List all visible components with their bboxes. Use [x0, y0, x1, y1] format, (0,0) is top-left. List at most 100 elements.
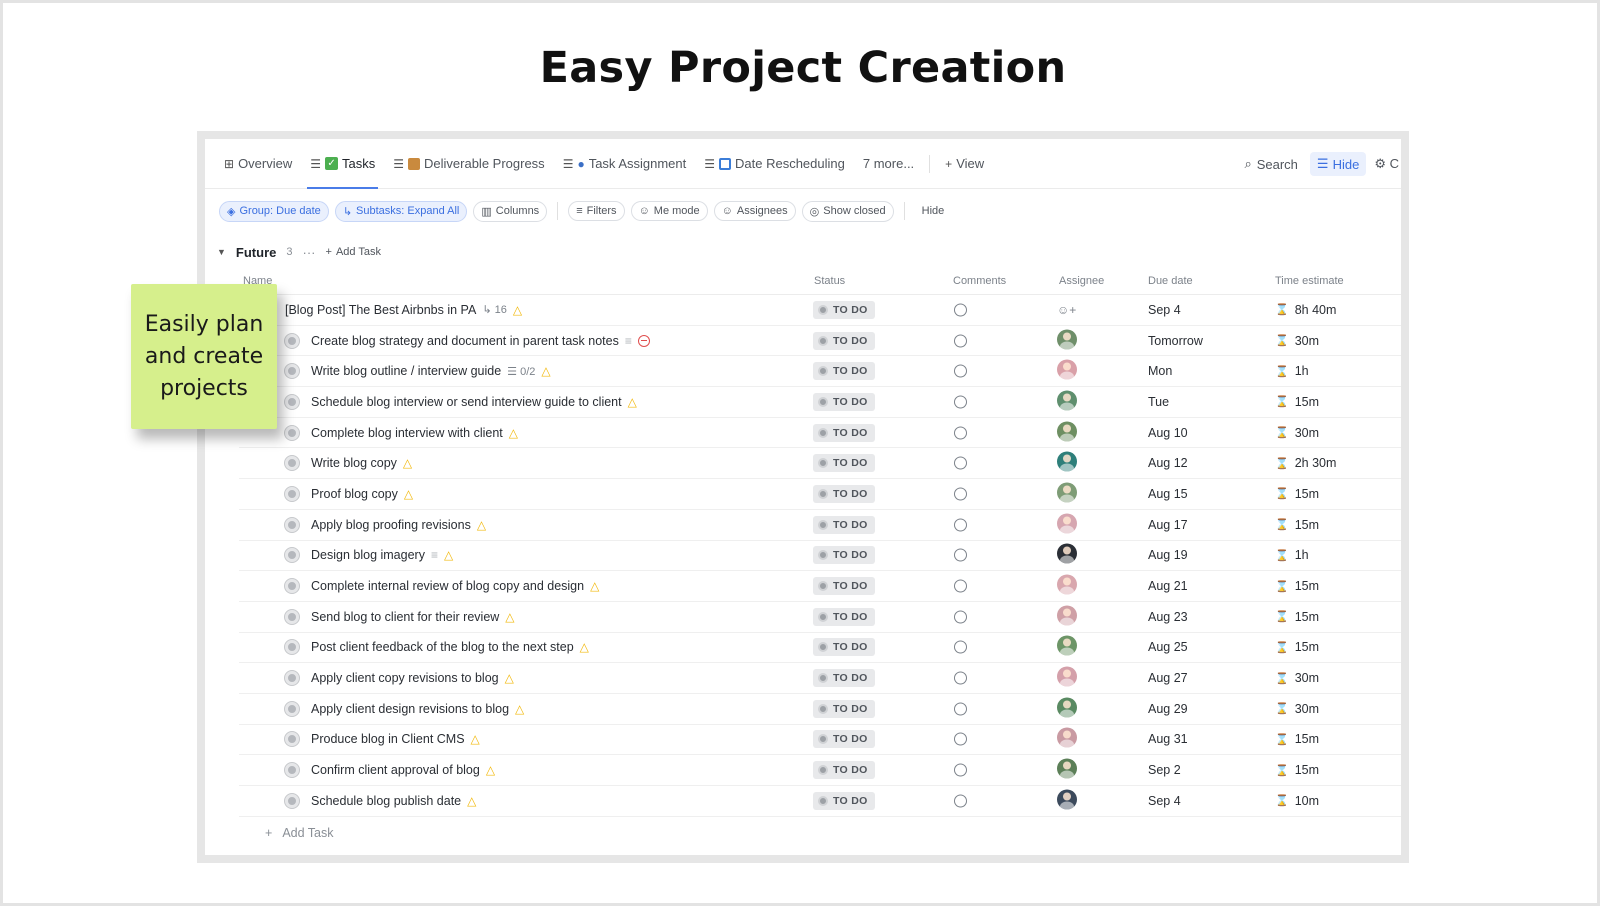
due-date[interactable]: Tue — [1148, 395, 1169, 409]
status-badge[interactable]: TO DO — [813, 761, 875, 780]
avatar[interactable] — [1057, 513, 1077, 534]
comment-icon[interactable] — [954, 794, 967, 808]
avatar[interactable] — [1057, 543, 1077, 564]
time-estimate-cell[interactable]: ⌛ 2h 30m — [1275, 456, 1336, 470]
status-badge[interactable]: TO DO — [813, 362, 875, 381]
task-name-cell[interactable]: Complete internal review of blog copy an… — [285, 579, 599, 594]
task-name-cell[interactable]: [Blog Post] The Best Airbnbs in PA ↳ 16 △ — [261, 302, 522, 317]
tab-overview[interactable]: ⊞ Overview — [215, 139, 301, 189]
filters-chip[interactable]: ≡ Filters — [568, 201, 625, 221]
time-estimate-cell[interactable]: ⌛ 30m — [1275, 671, 1319, 685]
task-name-cell[interactable]: Schedule blog interview or send intervie… — [285, 394, 637, 409]
tab-more-views[interactable]: 7 more... — [854, 139, 923, 189]
avatar[interactable] — [1057, 758, 1077, 779]
avatar[interactable] — [1057, 697, 1077, 718]
settings-button[interactable]: ⚙ C — [1374, 156, 1401, 172]
subtasks-chip[interactable]: ↳ Subtasks: Expand All — [334, 200, 468, 222]
comment-icon[interactable] — [954, 548, 967, 562]
task-name-cell[interactable]: Design blog imagery ≡ △ — [285, 548, 453, 563]
task-name[interactable]: Write blog outline / interview guide — [311, 364, 501, 378]
comment-icon[interactable] — [954, 395, 967, 409]
task-name[interactable]: Apply client copy revisions to blog — [311, 671, 499, 685]
status-badge[interactable]: TO DO — [813, 638, 875, 657]
group-add-task-button[interactable]: + Add Task — [326, 246, 382, 258]
subtask-row[interactable]: Produce blog in Client CMS △ TO DO Aug 31 ⌛ 1… — [239, 725, 1401, 756]
task-name[interactable]: Schedule blog publish date — [311, 794, 461, 808]
task-name[interactable]: Schedule blog interview or send intervie… — [311, 395, 622, 409]
comment-icon[interactable] — [954, 518, 967, 532]
avatar[interactable] — [1057, 789, 1077, 810]
status-badge[interactable]: TO DO — [813, 669, 875, 688]
column-header-time-estimate[interactable]: Time estimate — [1275, 275, 1344, 287]
time-estimate-cell[interactable]: ⌛ 15m — [1275, 732, 1319, 746]
assignee-cell[interactable] — [1057, 727, 1077, 751]
task-name-cell[interactable]: Apply client copy revisions to blog △ — [285, 671, 514, 686]
status-circle-icon[interactable] — [285, 579, 299, 594]
hide-chip[interactable]: Hide — [915, 202, 952, 220]
subtask-row[interactable]: Write blog outline / interview guide ☰ 0/… — [239, 356, 1401, 388]
task-name-cell[interactable]: Schedule blog publish date △ — [285, 793, 476, 808]
task-name-cell[interactable]: Write blog copy △ — [285, 456, 412, 471]
subtask-row[interactable]: Complete blog interview with client △ TO D… — [239, 418, 1401, 449]
due-date[interactable]: Aug 25 — [1148, 640, 1188, 654]
task-name-cell[interactable]: Write blog outline / interview guide ☰ 0/… — [285, 364, 551, 379]
due-date[interactable]: Aug 31 — [1148, 732, 1188, 746]
status-badge[interactable]: TO DO — [813, 423, 875, 442]
time-estimate-cell[interactable]: ⌛ 15m — [1275, 487, 1319, 501]
due-date[interactable]: Sep 4 — [1148, 794, 1181, 808]
status-badge[interactable]: TO DO — [813, 392, 875, 411]
status-badge[interactable]: TO DO — [813, 546, 875, 565]
assignees-chip[interactable]: ☺ Assignees — [713, 201, 796, 221]
due-date[interactable]: Aug 21 — [1148, 579, 1188, 593]
time-estimate-cell[interactable]: ⌛ 15m — [1275, 763, 1319, 777]
due-date[interactable]: Sep 4 — [1148, 303, 1181, 317]
add-view-button[interactable]: + View — [936, 139, 993, 189]
comment-icon[interactable] — [954, 334, 967, 348]
time-estimate-cell[interactable]: ⌛ 30m — [1275, 334, 1319, 348]
time-estimate-cell[interactable]: ⌛ 1h — [1275, 548, 1309, 562]
subtask-row[interactable]: Schedule blog publish date △ TO DO Sep 4 ⌛ 10… — [239, 786, 1401, 817]
subtask-row[interactable]: Apply client copy revisions to blog △ TO D… — [239, 663, 1401, 694]
task-name[interactable]: Apply blog proofing revisions — [311, 518, 471, 532]
task-name-cell[interactable]: Send blog to client for their review △ — [285, 609, 515, 624]
column-header-comments[interactable]: Comments — [953, 275, 1006, 287]
status-circle-icon[interactable] — [285, 517, 299, 532]
avatar[interactable] — [1057, 574, 1077, 595]
subtask-row[interactable]: Send blog to client for their review △ TO … — [239, 602, 1401, 633]
due-date[interactable]: Mon — [1148, 364, 1172, 378]
subtask-row[interactable]: Confirm client approval of blog △ TO DO Sep… — [239, 755, 1401, 786]
status-circle-icon[interactable] — [285, 364, 299, 379]
subtask-row[interactable]: Schedule blog interview or send intervie… — [239, 387, 1401, 418]
column-header-assignee[interactable]: Assignee — [1059, 275, 1104, 287]
more-dots-icon[interactable]: ··· — [303, 245, 316, 260]
time-estimate-cell[interactable]: ⌛ 15m — [1275, 640, 1319, 654]
status-circle-icon[interactable] — [285, 793, 299, 808]
subtask-row[interactable]: Create blog strategy and document in par… — [239, 326, 1401, 357]
task-name[interactable]: Proof blog copy — [311, 487, 398, 501]
assignee-cell[interactable]: ☺+ — [1057, 303, 1076, 317]
due-date[interactable]: Aug 12 — [1148, 456, 1188, 470]
task-name[interactable]: Write blog copy — [311, 456, 397, 470]
columns-chip[interactable]: ▥ Columns — [473, 200, 548, 222]
avatar[interactable] — [1057, 390, 1077, 411]
status-badge[interactable]: TO DO — [813, 331, 875, 350]
task-name-cell[interactable]: Apply blog proofing revisions △ — [285, 517, 486, 532]
avatar[interactable] — [1057, 421, 1077, 442]
assignee-cell[interactable] — [1057, 513, 1077, 536]
comment-icon[interactable] — [954, 732, 967, 746]
task-name[interactable]: Apply client design revisions to blog — [311, 702, 509, 716]
status-circle-icon[interactable] — [285, 425, 299, 440]
comment-icon[interactable] — [954, 610, 967, 624]
status-badge[interactable]: TO DO — [813, 484, 875, 503]
status-circle-icon[interactable] — [285, 333, 299, 348]
time-estimate-cell[interactable]: ⌛ 30m — [1275, 702, 1319, 716]
time-estimate-cell[interactable]: ⌛ 1h — [1275, 364, 1309, 378]
group-by-chip[interactable]: ◈ Group: Due date — [219, 200, 329, 222]
subtask-row[interactable]: Post client feedback of the blog to the … — [239, 633, 1401, 664]
avatar[interactable] — [1057, 482, 1077, 503]
subtask-row[interactable]: Complete internal review of blog copy an… — [239, 571, 1401, 602]
subtask-row[interactable]: Design blog imagery ≡ △ TO DO Aug 19 ⌛ 1h — [239, 541, 1401, 572]
assignee-cell[interactable] — [1057, 329, 1077, 352]
time-estimate-cell[interactable]: ⌛ 10m — [1275, 794, 1319, 808]
assignee-cell[interactable] — [1057, 605, 1077, 628]
